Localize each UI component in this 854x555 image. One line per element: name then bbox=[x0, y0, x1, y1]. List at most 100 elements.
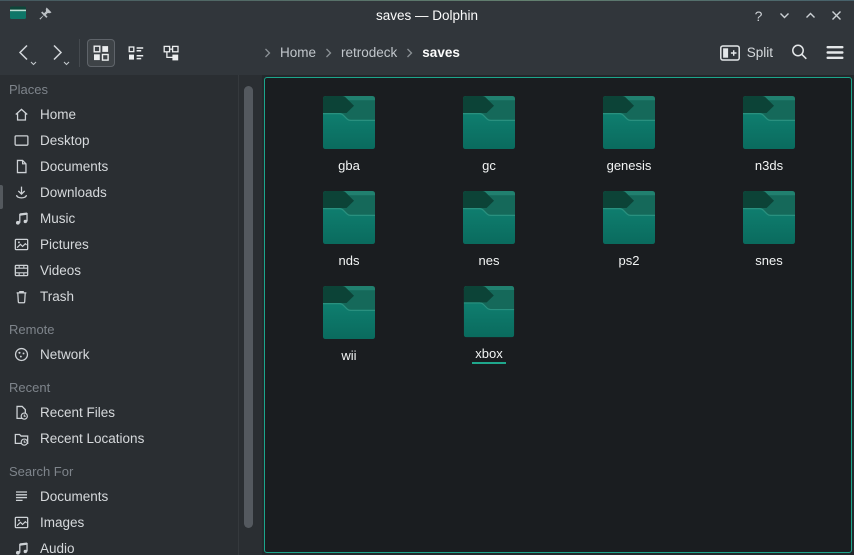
breadcrumb-segment-home[interactable]: Home bbox=[278, 45, 318, 60]
toolbar-separator bbox=[79, 39, 80, 67]
search-icon bbox=[790, 43, 809, 62]
folder-item-gba[interactable]: gba bbox=[279, 88, 419, 174]
sidebar-item-search-images[interactable]: Images bbox=[0, 509, 238, 535]
folder-icon bbox=[461, 96, 517, 152]
folder-item-wii[interactable]: wii bbox=[279, 278, 419, 364]
sidebar-item-label: Documents bbox=[40, 159, 108, 174]
folder-grid: gba gc genesis n3ds bbox=[279, 88, 851, 364]
trash-icon bbox=[13, 288, 30, 305]
sidebar-item-label: Trash bbox=[40, 289, 74, 304]
panel-edge-marker bbox=[0, 185, 3, 209]
sidebar-item-label: Network bbox=[40, 347, 90, 362]
tree-view-icon bbox=[163, 45, 179, 61]
text-lines-icon bbox=[13, 488, 30, 505]
sidebar-item-label: Pictures bbox=[40, 237, 89, 252]
window-title: saves — Dolphin bbox=[0, 8, 854, 23]
split-button[interactable]: Split bbox=[720, 45, 773, 61]
sidebar-item-documents[interactable]: Documents bbox=[0, 153, 238, 179]
sidebar-scrollbar-thumb[interactable] bbox=[244, 86, 253, 528]
sidebar-item-label: Downloads bbox=[40, 185, 107, 200]
folder-item-snes[interactable]: snes bbox=[699, 183, 839, 269]
close-button[interactable] bbox=[828, 7, 845, 24]
folder-icon bbox=[741, 191, 797, 247]
image-icon bbox=[13, 514, 30, 531]
sidebar-item-search-documents[interactable]: Documents bbox=[0, 483, 238, 509]
folder-item-gc[interactable]: gc bbox=[419, 88, 559, 174]
minimize-button[interactable] bbox=[776, 7, 793, 24]
folder-label: snes bbox=[752, 253, 785, 269]
music-note-icon bbox=[13, 540, 30, 555]
compact-view-button[interactable] bbox=[122, 39, 150, 67]
sidebar-item-downloads[interactable]: Downloads bbox=[0, 179, 238, 205]
sidebar-item-label: Documents bbox=[40, 489, 108, 504]
sidebar-item-label: Audio bbox=[40, 541, 75, 555]
network-icon bbox=[13, 346, 30, 363]
folder-label: gba bbox=[335, 158, 363, 174]
folder-icon bbox=[321, 286, 377, 342]
sidebar-item-search-audio[interactable]: Audio bbox=[0, 535, 238, 555]
sidebar-item-label: Desktop bbox=[40, 133, 90, 148]
folder-item-nes[interactable]: nes bbox=[419, 183, 559, 269]
folder-label: wii bbox=[338, 348, 359, 364]
sidebar-item-label: Home bbox=[40, 107, 76, 122]
folder-icon bbox=[321, 191, 377, 247]
help-button[interactable]: ? bbox=[750, 7, 767, 24]
folder-item-n3ds[interactable]: n3ds bbox=[699, 88, 839, 174]
titlebar[interactable]: saves — Dolphin ? bbox=[0, 1, 854, 30]
app-folder-icon[interactable] bbox=[9, 5, 27, 26]
forward-button[interactable] bbox=[43, 38, 70, 68]
desktop-icon bbox=[13, 132, 30, 149]
back-dropdown-caret-icon bbox=[30, 61, 37, 66]
compact-view-icon bbox=[128, 45, 144, 61]
sidebar-item-desktop[interactable]: Desktop bbox=[0, 127, 238, 153]
back-button[interactable] bbox=[10, 38, 37, 68]
sidebar-item-music[interactable]: Music bbox=[0, 205, 238, 231]
breadcrumb-segment-retrodeck[interactable]: retrodeck bbox=[339, 45, 399, 60]
folder-item-ps2[interactable]: ps2 bbox=[559, 183, 699, 269]
sidebar-item-label: Music bbox=[40, 211, 75, 226]
folder-item-genesis[interactable]: genesis bbox=[559, 88, 699, 174]
maximize-button[interactable] bbox=[802, 7, 819, 24]
search-button[interactable] bbox=[790, 43, 809, 62]
sidebar-item-pictures[interactable]: Pictures bbox=[0, 231, 238, 257]
folder-view[interactable]: gba gc genesis n3ds bbox=[264, 77, 852, 553]
folder-icon bbox=[461, 191, 517, 247]
icons-view-button[interactable] bbox=[87, 39, 115, 67]
folder-icon bbox=[601, 96, 657, 152]
sidebar-item-recent-locations[interactable]: Recent Locations bbox=[0, 425, 238, 451]
folder-label: ps2 bbox=[616, 253, 643, 269]
sidebar-item-recent-files[interactable]: Recent Files bbox=[0, 399, 238, 425]
folder-label: nes bbox=[476, 253, 503, 269]
folder-label: gc bbox=[479, 158, 499, 174]
folder-item-nds[interactable]: nds bbox=[279, 183, 419, 269]
sidebar-scrollbar-track[interactable] bbox=[238, 75, 262, 555]
icons-view-icon bbox=[93, 45, 109, 61]
split-view-icon bbox=[720, 45, 740, 61]
menu-button[interactable] bbox=[826, 45, 844, 60]
home-icon bbox=[13, 106, 30, 123]
sidebar-item-label: Recent Files bbox=[40, 405, 115, 420]
sidebar-item-trash[interactable]: Trash bbox=[0, 283, 238, 309]
breadcrumb-chevron-icon bbox=[264, 48, 271, 58]
sidebar-item-home[interactable]: Home bbox=[0, 101, 238, 127]
tree-view-button[interactable] bbox=[157, 39, 185, 67]
folder-label: n3ds bbox=[752, 158, 786, 174]
sidebar-item-videos[interactable]: Videos bbox=[0, 257, 238, 283]
hamburger-icon bbox=[826, 45, 844, 60]
breadcrumb-chevron-icon bbox=[325, 48, 332, 58]
sidebar-item-label: Videos bbox=[40, 263, 81, 278]
sidebar-item-network[interactable]: Network bbox=[0, 341, 238, 367]
document-icon bbox=[13, 158, 30, 175]
folder-item-xbox[interactable]: xbox bbox=[419, 278, 559, 364]
places-panel: Places Home Desktop Documents Downloads … bbox=[0, 75, 238, 555]
breadcrumb-segment-saves[interactable]: saves bbox=[420, 45, 462, 60]
image-icon bbox=[13, 236, 30, 253]
folder-icon bbox=[601, 191, 657, 247]
pin-icon[interactable] bbox=[38, 6, 53, 26]
section-header-remote: Remote bbox=[0, 321, 238, 339]
folder-icon bbox=[461, 286, 517, 340]
view-container: gba gc genesis n3ds bbox=[262, 75, 854, 555]
breadcrumb-chevron-icon bbox=[406, 48, 413, 58]
folder-label: nds bbox=[336, 253, 363, 269]
section-header-search-for: Search For bbox=[0, 463, 238, 481]
